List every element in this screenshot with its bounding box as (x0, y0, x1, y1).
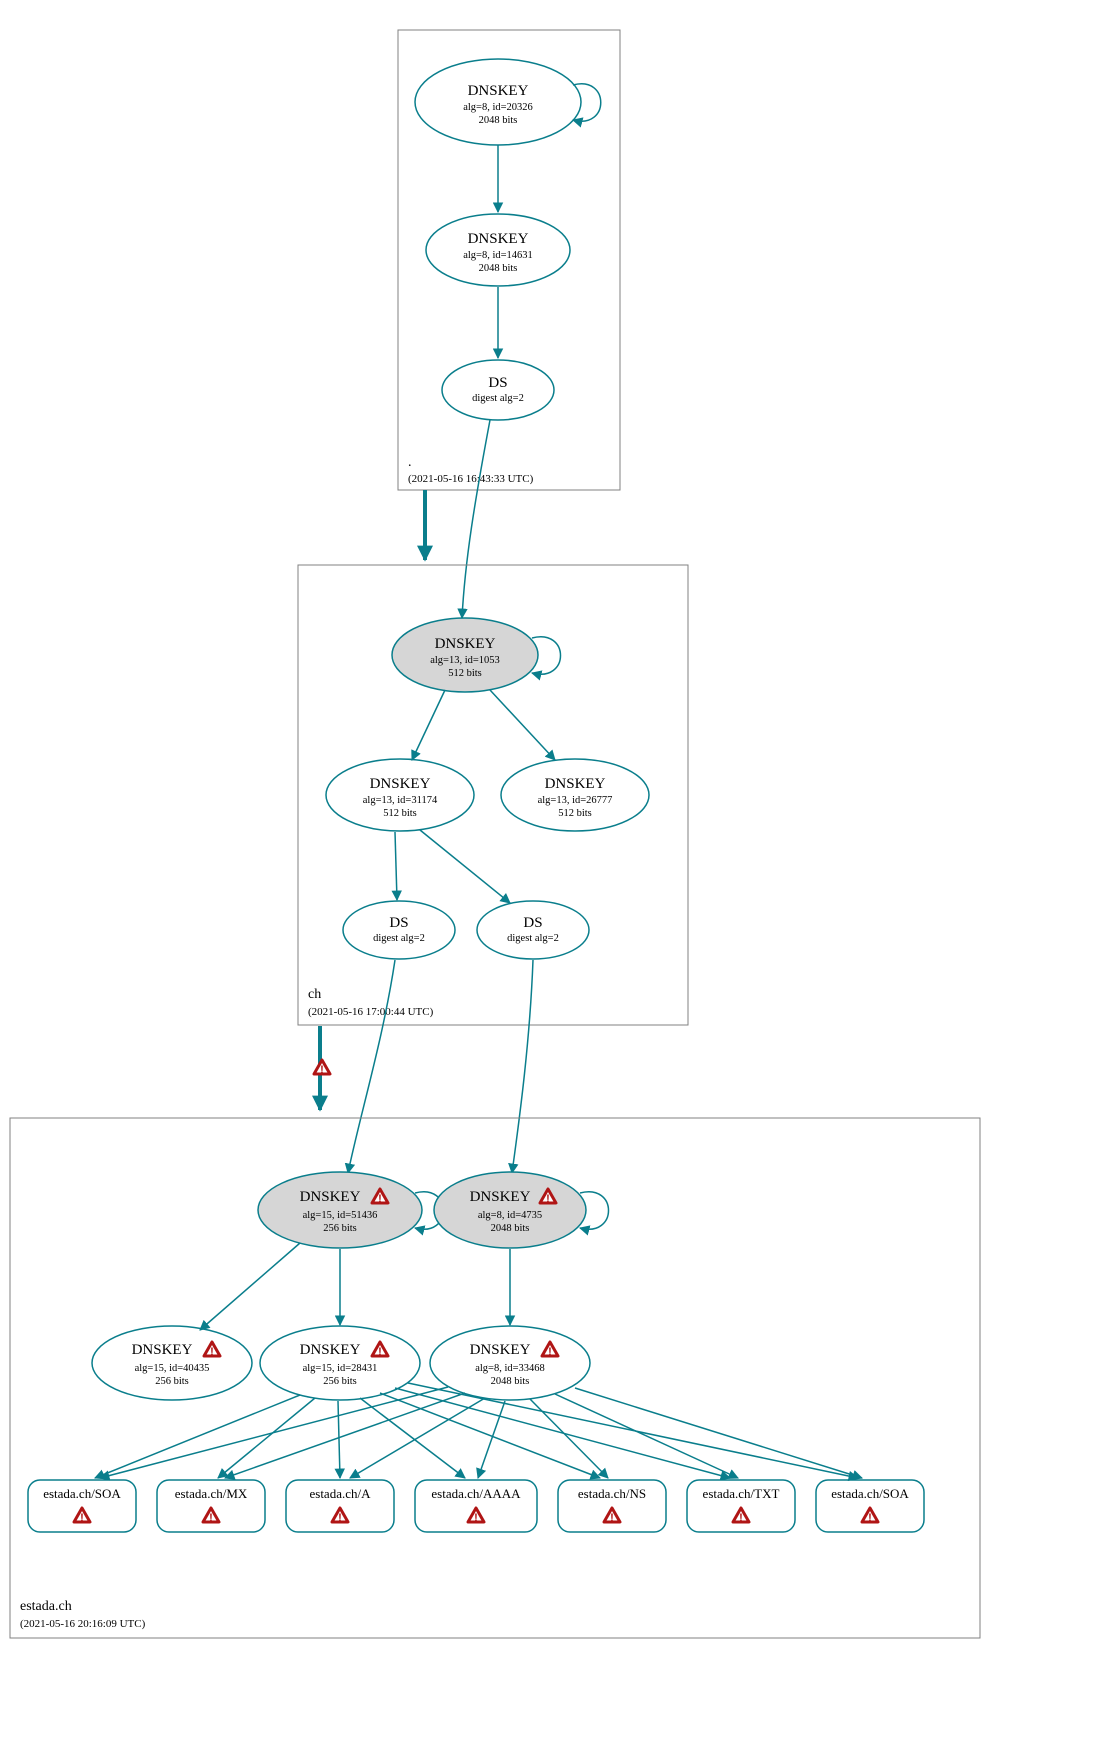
node-root-ds: DS digest alg=2 (442, 360, 554, 420)
svg-text:alg=15, id=40435: alg=15, id=40435 (135, 1363, 210, 1374)
warning-icon (314, 1060, 330, 1076)
rr-mx: estada.ch/MX (157, 1480, 265, 1532)
svg-text:256 bits: 256 bits (323, 1223, 357, 1234)
svg-text:alg=8, id=20326: alg=8, id=20326 (463, 102, 533, 113)
node-ch-zsk2: DNSKEY alg=13, id=26777 512 bits (501, 759, 649, 831)
svg-text:DNSKEY: DNSKEY (545, 776, 606, 792)
svg-text:DS: DS (523, 915, 542, 931)
node-ch-zsk1: DNSKEY alg=13, id=31174 512 bits (326, 759, 474, 831)
svg-text:alg=13, id=26777: alg=13, id=26777 (538, 795, 613, 806)
svg-text:DS: DS (389, 915, 408, 931)
svg-text:alg=15, id=51436: alg=15, id=51436 (303, 1210, 378, 1221)
svg-text:DNSKEY: DNSKEY (468, 83, 529, 99)
svg-text:DS: DS (488, 375, 507, 391)
rr-ns: estada.ch/NS (558, 1480, 666, 1532)
svg-text:DNSKEY: DNSKEY (468, 231, 529, 247)
node-root-ksk: DNSKEY alg=8, id=20326 2048 bits (415, 59, 581, 145)
edge-root-ds-to-ch-ksk (462, 420, 490, 618)
svg-text:DNSKEY: DNSKEY (470, 1342, 531, 1358)
svg-text:DNSKEY: DNSKEY (470, 1189, 531, 1205)
svg-text:alg=8, id=4735: alg=8, id=4735 (478, 1210, 542, 1221)
svg-text:256 bits: 256 bits (323, 1376, 357, 1387)
edge-est-ksk1-to-zsk0 (200, 1243, 300, 1330)
zone-ch-timestamp: (2021-05-16 17:00:44 UTC) (308, 1006, 434, 1018)
node-est-ksk1: DNSKEY alg=15, id=51436 256 bits (258, 1172, 422, 1248)
svg-text:estada.ch/MX: estada.ch/MX (175, 1486, 248, 1501)
node-ch-ksk: DNSKEY alg=13, id=1053 512 bits (392, 618, 538, 692)
svg-text:alg=8, id=33468: alg=8, id=33468 (475, 1363, 545, 1374)
edge-ch-ksk-to-zsk1 (412, 690, 445, 760)
dnssec-diagram: ! . (2021-05-16 16:43:33 UTC) DNSKEY alg… (0, 0, 1105, 1745)
svg-text:DNSKEY: DNSKEY (370, 776, 431, 792)
svg-text:DNSKEY: DNSKEY (435, 636, 496, 652)
zone-ch-name: ch (308, 987, 321, 1002)
svg-text:alg=13, id=1053: alg=13, id=1053 (430, 655, 500, 666)
rr-aaaa: estada.ch/AAAA (415, 1480, 537, 1532)
svg-text:estada.ch/AAAA: estada.ch/AAAA (431, 1486, 521, 1501)
svg-text:2048 bits: 2048 bits (491, 1376, 530, 1387)
svg-text:512 bits: 512 bits (558, 808, 592, 819)
node-est-zsk0: DNSKEY alg=15, id=40435 256 bits (92, 1326, 252, 1400)
svg-text:estada.ch/SOA: estada.ch/SOA (831, 1486, 909, 1501)
rr-txt: estada.ch/TXT (687, 1480, 795, 1532)
zone-root: . (2021-05-16 16:43:33 UTC) DNSKEY alg=8… (398, 30, 620, 490)
edge-ch-zsk1-to-ds2 (420, 830, 510, 903)
svg-text:512 bits: 512 bits (448, 668, 482, 679)
zone-ch: ch (2021-05-16 17:00:44 UTC) DNSKEY alg=… (298, 565, 688, 1025)
node-est-ksk2: DNSKEY alg=8, id=4735 2048 bits (434, 1172, 586, 1248)
svg-text:2048 bits: 2048 bits (479, 115, 518, 126)
svg-text:512 bits: 512 bits (383, 808, 417, 819)
svg-text:DNSKEY: DNSKEY (300, 1342, 361, 1358)
node-ch-ds2: DS digest alg=2 (477, 901, 589, 959)
zone-estada-name: estada.ch (20, 1599, 72, 1614)
svg-text:2048 bits: 2048 bits (479, 263, 518, 274)
svg-text:alg=8, id=14631: alg=8, id=14631 (463, 250, 533, 261)
zone-estada: estada.ch (2021-05-16 20:16:09 UTC) DNSK… (10, 1118, 980, 1638)
svg-text:estada.ch/SOA: estada.ch/SOA (43, 1486, 121, 1501)
svg-text:alg=13, id=31174: alg=13, id=31174 (363, 795, 438, 806)
zone-root-timestamp: (2021-05-16 16:43:33 UTC) (408, 473, 534, 485)
svg-text:alg=15, id=28431: alg=15, id=28431 (303, 1363, 378, 1374)
svg-text:estada.ch/TXT: estada.ch/TXT (703, 1486, 780, 1501)
node-root-zsk: DNSKEY alg=8, id=14631 2048 bits (426, 214, 570, 286)
svg-text:digest alg=2: digest alg=2 (507, 933, 559, 944)
rr-a: estada.ch/A (286, 1480, 394, 1532)
edge-ch-ds2-to-est-ksk2 (512, 960, 533, 1173)
node-ch-ds1: DS digest alg=2 (343, 901, 455, 959)
svg-text:digest alg=2: digest alg=2 (472, 393, 524, 404)
node-est-zsk2: DNSKEY alg=8, id=33468 2048 bits (430, 1326, 590, 1400)
edge-ch-ds1-to-est-ksk1 (348, 960, 395, 1173)
zone-root-name: . (408, 455, 412, 470)
rr-soa-2: estada.ch/SOA (816, 1480, 924, 1532)
svg-text:256 bits: 256 bits (155, 1376, 189, 1387)
svg-text:estada.ch/NS: estada.ch/NS (578, 1486, 646, 1501)
zone-estada-timestamp: (2021-05-16 20:16:09 UTC) (20, 1618, 146, 1630)
edge-ch-zsk1-to-ds1 (395, 832, 397, 900)
svg-text:estada.ch/A: estada.ch/A (309, 1486, 371, 1501)
svg-text:DNSKEY: DNSKEY (300, 1189, 361, 1205)
svg-text:2048 bits: 2048 bits (491, 1223, 530, 1234)
rr-row: estada.ch/SOA estada.ch/MX estada.ch/A e… (28, 1480, 924, 1532)
svg-text:DNSKEY: DNSKEY (132, 1342, 193, 1358)
edge-ch-ksk-to-zsk2 (490, 690, 555, 760)
svg-text:digest alg=2: digest alg=2 (373, 933, 425, 944)
rr-soa-1: estada.ch/SOA (28, 1480, 136, 1532)
